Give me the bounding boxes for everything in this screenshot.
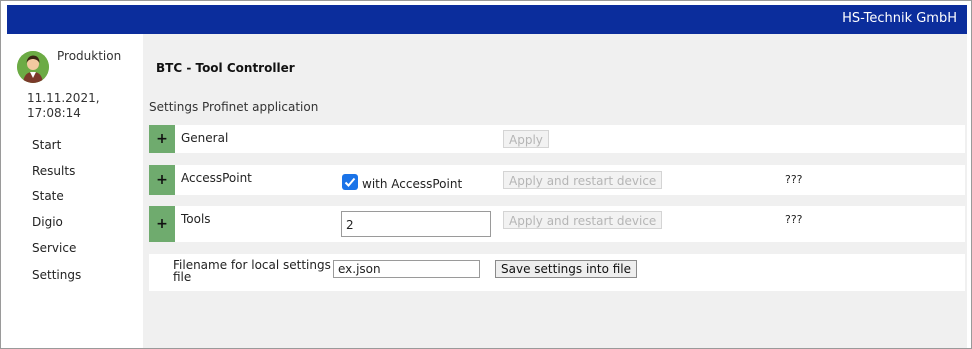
app-window: HS-Technik GmbH Produktion 11.11.2021, 1… — [0, 0, 972, 349]
general-card: + General Apply — [149, 125, 965, 153]
filename-label: Filename for local settings file — [173, 259, 331, 283]
main-content: BTC - Tool Controller Settings Profinet … — [143, 34, 967, 348]
tools-count-input[interactable]: 2 — [341, 211, 491, 237]
page-title: BTC - Tool Controller — [156, 61, 295, 75]
tools-card: + Tools 2 Apply and restart device ??? — [149, 206, 965, 242]
user-avatar-icon — [17, 51, 49, 83]
time-text: 17:08:14 — [27, 106, 81, 120]
filename-label-line1: Filename for local settings — [173, 258, 331, 272]
filename-label-line2: file — [173, 270, 192, 284]
accesspoint-apply-button[interactable]: Apply and restart device — [503, 171, 663, 189]
avatar-icon — [17, 51, 49, 83]
sidebar-item-state[interactable]: State — [32, 189, 64, 203]
sidebar-item-service[interactable]: Service — [32, 241, 76, 255]
accesspoint-expand-button[interactable]: + — [149, 165, 175, 195]
tools-apply-button[interactable]: Apply and restart device — [503, 211, 663, 229]
general-apply-button[interactable]: Apply — [503, 130, 549, 148]
general-label: General — [181, 131, 229, 145]
accesspoint-label: AccessPoint — [181, 171, 252, 185]
sidebar-item-start[interactable]: Start — [32, 138, 61, 152]
accesspoint-status: ??? — [785, 173, 803, 186]
user-name: Produktion — [57, 49, 122, 63]
sidebar-item-results[interactable]: Results — [32, 164, 75, 178]
header-bar: HS-Technik GmbH — [7, 5, 967, 34]
tools-label: Tools — [181, 212, 211, 226]
accesspoint-card: + AccessPoint with AccessPoint Apply and… — [149, 165, 965, 195]
sidebar-item-settings[interactable]: Settings — [32, 268, 81, 282]
save-settings-button[interactable]: Save settings into file — [495, 260, 638, 278]
filename-input[interactable]: ex.json — [333, 260, 480, 278]
accesspoint-checkbox[interactable] — [342, 174, 358, 190]
accesspoint-checkbox-label: with AccessPoint — [362, 177, 463, 191]
sidebar-item-digio[interactable]: Digio — [32, 215, 63, 229]
settings-file-card: Filename for local settings file ex.json… — [149, 254, 965, 291]
brand-name: HS-Technik GmbH — [842, 11, 957, 26]
datetime: 11.11.2021, 17:08:14 — [27, 91, 100, 121]
general-expand-button[interactable]: + — [149, 125, 175, 153]
sidebar: Produktion 11.11.2021, 17:08:14 Start Re… — [7, 34, 143, 348]
tools-expand-button[interactable]: + — [149, 206, 175, 242]
date-text: 11.11.2021, — [27, 91, 100, 105]
checkmark-icon — [344, 177, 356, 187]
section-title: Settings Profinet application — [149, 100, 319, 114]
tools-status: ??? — [785, 213, 803, 226]
